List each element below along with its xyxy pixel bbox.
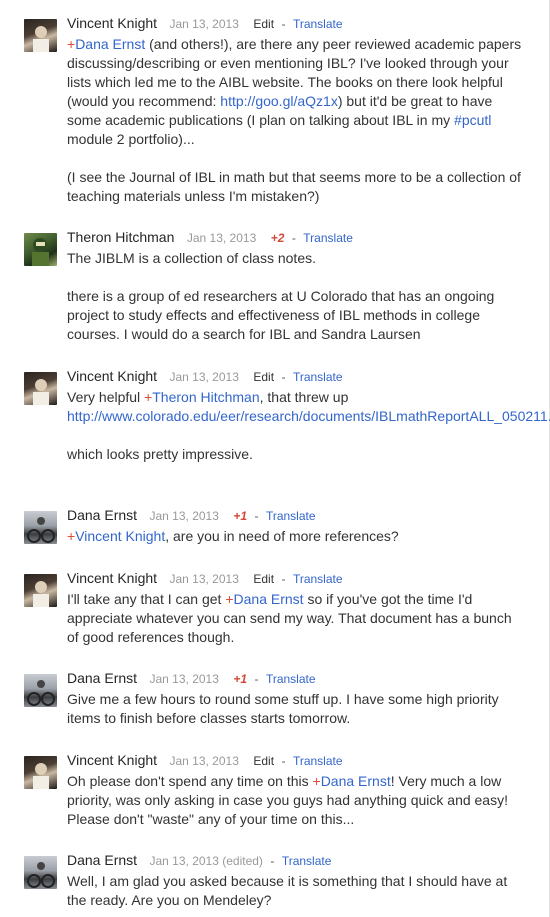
comment-date[interactable]: Jan 13, 2013 xyxy=(150,509,219,523)
avatar[interactable] xyxy=(24,19,57,52)
edit-link[interactable]: Edit xyxy=(253,572,274,586)
avatar[interactable] xyxy=(24,856,57,889)
comment-body: Oh please don't spend any time on this +… xyxy=(67,773,508,827)
comment-date[interactable]: Jan 13, 2013 xyxy=(150,672,219,686)
comment-body: Very helpful +Theron Hitchman, that thre… xyxy=(67,388,550,464)
avatar[interactable] xyxy=(24,756,57,789)
avatar-photo-icon xyxy=(33,763,49,789)
comment-date[interactable]: Jan 13, 2013 xyxy=(169,754,238,768)
avatar-photo-icon xyxy=(33,581,49,607)
comment-meta: Dana Ernst Jan 13, 2013 +1 - Translate xyxy=(67,507,316,525)
comment-body: +Dana Ernst (and others!), are there any… xyxy=(67,35,527,206)
separator: - xyxy=(254,672,259,686)
author-name[interactable]: Dana Ernst xyxy=(67,670,137,686)
comment-date[interactable]: Jan 13, 2013 xyxy=(169,370,238,384)
comment-body: +Vincent Knight, are you in need of more… xyxy=(67,528,399,544)
comment-meta: Vincent Knight Jan 13, 2013 Edit - Trans… xyxy=(67,570,343,588)
separator: - xyxy=(281,370,286,384)
author-name[interactable]: Vincent Knight xyxy=(67,15,157,31)
translate-link[interactable]: Translate xyxy=(266,672,316,686)
comment-body: I'll take any that I can get +Dana Ernst… xyxy=(67,591,512,645)
comment-date[interactable]: Jan 13, 2013 (edited) xyxy=(150,854,263,868)
comment-paragraph: which looks pretty impressive. xyxy=(67,446,253,462)
avatar-photo-icon xyxy=(27,680,55,706)
comment-paragraph: (I see the Journal of IBL in math but th… xyxy=(67,169,521,204)
avatar-photo-icon xyxy=(27,517,55,543)
author-name[interactable]: Vincent Knight xyxy=(67,368,157,384)
edit-link[interactable]: Edit xyxy=(253,370,274,384)
comment-meta: Vincent Knight Jan 13, 2013 Edit - Trans… xyxy=(67,752,343,770)
comment-meta: Vincent Knight Jan 13, 2013 Edit - Trans… xyxy=(67,368,343,386)
mention-link[interactable]: +Dana Ernst xyxy=(225,591,303,607)
avatar-photo-icon xyxy=(27,862,55,888)
author-name[interactable]: Vincent Knight xyxy=(67,570,157,586)
plus-count[interactable]: +1 xyxy=(233,672,247,686)
avatar-photo-icon xyxy=(32,238,49,266)
avatar[interactable] xyxy=(24,233,57,266)
plus-count[interactable]: +1 xyxy=(233,509,247,523)
avatar-photo-icon xyxy=(33,26,49,52)
separator: - xyxy=(254,509,259,523)
translate-link[interactable]: Translate xyxy=(293,370,343,384)
comment-body: Give me a few hours to round some stuff … xyxy=(67,690,527,728)
url-link[interactable]: http://goo.gl/aQz1x xyxy=(220,93,338,109)
url-link[interactable]: http://www.colorado.edu/eer/research/doc… xyxy=(67,408,550,424)
comment-date[interactable]: Jan 13, 2013 xyxy=(169,572,238,586)
author-name[interactable]: Dana Ernst xyxy=(67,507,137,523)
comment-meta: Dana Ernst Jan 13, 2013 (edited) - Trans… xyxy=(67,852,331,870)
plus-count[interactable]: +2 xyxy=(271,231,285,245)
comment-meta: Dana Ernst Jan 13, 2013 +1 - Translate xyxy=(67,670,316,688)
translate-link[interactable]: Translate xyxy=(303,231,353,245)
comment-paragraph: Well, I am glad you asked because it is … xyxy=(67,873,508,908)
comment-date[interactable]: Jan 13, 2013 xyxy=(169,17,238,31)
comment-meta: Theron Hitchman Jan 13, 2013 +2 - Transl… xyxy=(67,229,353,247)
edit-link[interactable]: Edit xyxy=(253,17,274,31)
translate-link[interactable]: Translate xyxy=(282,854,332,868)
avatar-photo-icon xyxy=(33,379,49,405)
translate-link[interactable]: Translate xyxy=(293,754,343,768)
comment-body: Well, I am glad you asked because it is … xyxy=(67,872,527,910)
mention-link[interactable]: +Dana Ernst xyxy=(67,36,145,52)
separator: - xyxy=(291,231,296,245)
comment-paragraph: The JIBLM is a collection of class notes… xyxy=(67,250,316,266)
separator: - xyxy=(281,572,286,586)
avatar[interactable] xyxy=(24,574,57,607)
author-name[interactable]: Theron Hitchman xyxy=(67,229,174,245)
translate-link[interactable]: Translate xyxy=(293,572,343,586)
mention-link[interactable]: +Vincent Knight xyxy=(67,528,165,544)
translate-link[interactable]: Translate xyxy=(293,17,343,31)
avatar[interactable] xyxy=(24,372,57,405)
author-name[interactable]: Dana Ernst xyxy=(67,852,137,868)
comment-date[interactable]: Jan 13, 2013 xyxy=(187,231,256,245)
edit-link[interactable]: Edit xyxy=(253,754,274,768)
avatar[interactable] xyxy=(24,674,57,707)
hashtag-link[interactable]: #pcutl xyxy=(454,112,491,128)
mention-link[interactable]: +Theron Hitchman xyxy=(144,389,260,405)
comment-paragraph: there is a group of ed researchers at U … xyxy=(67,288,495,342)
comment-meta: Vincent Knight Jan 13, 2013 Edit - Trans… xyxy=(67,15,343,33)
separator: - xyxy=(281,754,286,768)
comment-body: The JIBLM is a collection of class notes… xyxy=(67,249,527,344)
mention-link[interactable]: +Dana Ernst xyxy=(313,773,391,789)
translate-link[interactable]: Translate xyxy=(266,509,316,523)
separator: - xyxy=(270,854,275,868)
author-name[interactable]: Vincent Knight xyxy=(67,752,157,768)
avatar[interactable] xyxy=(24,511,57,544)
comment-paragraph: Give me a few hours to round some stuff … xyxy=(67,691,499,726)
separator: - xyxy=(281,17,286,31)
